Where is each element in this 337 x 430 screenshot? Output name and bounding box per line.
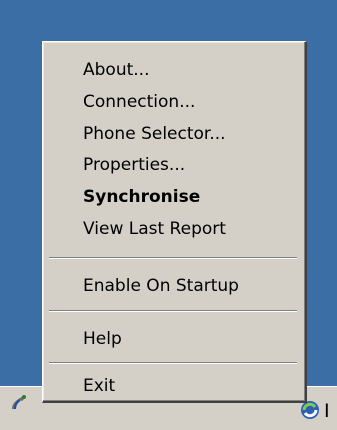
menu-item-connection[interactable]: Connection...: [43, 86, 305, 118]
context-menu: About... Connection... Phone Selector...…: [42, 41, 307, 403]
menu-separator: [49, 362, 297, 364]
menu-item-phone-selector[interactable]: Phone Selector...: [43, 118, 305, 150]
menu-item-synchronise[interactable]: Synchronise: [43, 181, 305, 213]
menu-item-exit[interactable]: Exit: [43, 370, 305, 402]
menu-item-about[interactable]: About...: [43, 54, 305, 86]
phone-tray-icon[interactable]: [8, 392, 30, 414]
menu-separator: [49, 257, 297, 259]
menu-item-properties[interactable]: Properties...: [43, 149, 305, 181]
menu-item-help[interactable]: Help: [43, 323, 305, 355]
menu-item-enable-on-startup[interactable]: Enable On Startup: [43, 270, 305, 302]
menu-item-view-last-report[interactable]: View Last Report: [43, 213, 305, 245]
menu-separator: [49, 310, 297, 312]
taskbar-partial-text: I: [324, 400, 330, 422]
